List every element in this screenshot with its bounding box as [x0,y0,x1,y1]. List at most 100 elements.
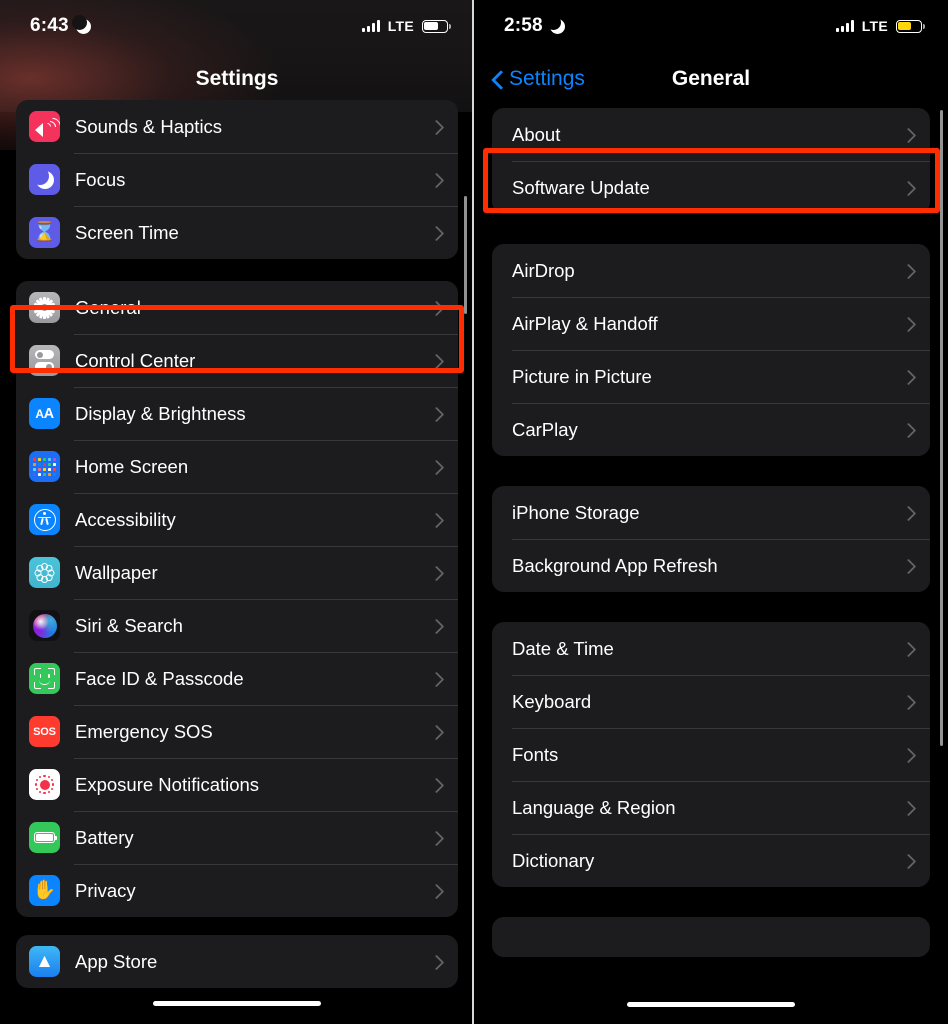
list-item-date-time[interactable]: Date & Time [492,622,930,675]
clock-time: 6:43 [30,15,69,36]
sidebar-item-home-screen[interactable]: Home Screen [16,440,458,493]
sidebar-item-app-store[interactable]: ▲ App Store [16,935,458,988]
sidebar-item-siri-search[interactable]: Siri & Search [16,599,458,652]
moon-icon [29,164,60,195]
list-item-keyboard[interactable]: Keyboard [492,675,930,728]
signal-bars-icon [361,20,380,32]
sidebar-item-privacy[interactable]: ✋ Privacy [16,864,458,917]
moon-icon [545,14,565,34]
row-label: Privacy [75,879,136,901]
list-item-background-app-refresh[interactable]: Background App Refresh [492,539,930,592]
row-label: Language & Region [512,796,676,818]
sos-icon: SOS [29,716,60,747]
home-screen-icon [29,451,60,482]
sidebar-item-accessibility[interactable]: Accessibility [16,493,458,546]
nav-bar-left: Settings [0,52,474,106]
status-bar-left: 6:43 LTE [0,0,474,52]
settings-group-partial [492,917,930,957]
list-item-picture-in-picture[interactable]: Picture in Picture [492,350,930,403]
chevron-right-icon [431,119,440,135]
chevron-right-icon [431,512,440,528]
chevron-right-icon [431,671,440,687]
back-button[interactable]: Settings [492,67,585,91]
settings-group: Date & Time Keyboard Fonts Language & Re… [492,622,930,887]
chevron-right-icon [903,180,912,196]
row-label: Picture in Picture [512,365,652,387]
settings-list-left[interactable]: Sounds & Haptics Focus ⌛ Screen Time Gen… [0,100,474,988]
battery-icon [29,822,60,853]
battery-icon [896,19,925,33]
sidebar-item-sounds-haptics[interactable]: Sounds & Haptics [16,100,458,153]
row-label: Face ID & Passcode [75,667,244,689]
sidebar-item-exposure-notifications[interactable]: Exposure Notifications [16,758,458,811]
row-label: Siri & Search [75,614,183,636]
sidebar-item-battery[interactable]: Battery [16,811,458,864]
sidebar-item-display-brightness[interactable]: AA Display & Brightness [16,387,458,440]
row-label: Home Screen [75,455,189,477]
sidebar-item-screen-time[interactable]: ⌛ Screen Time [16,206,458,259]
home-indicator [153,1001,321,1006]
right-phone-screen: 2:58 LTE Settings General About Software… [474,0,948,1024]
chevron-right-icon [903,853,912,869]
chevron-right-icon [431,565,440,581]
row-label: CarPlay [512,418,578,440]
display-brightness-icon: AA [29,398,60,429]
exposure-notifications-icon [29,769,60,800]
page-title: General [671,67,751,90]
row-label: Software Update [512,176,650,198]
status-left-cluster: 2:58 [504,14,565,37]
page-title: Settings [195,67,279,90]
chevron-right-icon [431,830,440,846]
carrier-label: LTE [387,18,414,34]
chevron-right-icon [903,558,912,574]
control-center-icon [29,345,60,376]
list-item-about[interactable]: About [492,108,930,161]
sidebar-item-focus[interactable]: Focus [16,153,458,206]
row-label: Control Center [75,349,196,371]
chevron-right-icon [903,422,912,438]
list-item-airdrop[interactable]: AirDrop [492,244,930,297]
row-label: Keyboard [512,690,592,712]
hourglass-icon: ⌛ [29,217,60,248]
chevron-right-icon [431,300,440,316]
sidebar-item-emergency-sos[interactable]: SOS Emergency SOS [16,705,458,758]
settings-group: AirDrop AirPlay & Handoff Picture in Pic… [492,244,930,456]
sidebar-item-wallpaper[interactable]: Wallpaper [16,546,458,599]
row-label: Display & Brightness [75,402,246,424]
scrollbar-right[interactable] [939,110,943,746]
list-item-software-update[interactable]: Software Update [492,161,930,214]
row-label: AirPlay & Handoff [512,312,658,334]
chevron-left-icon [492,70,503,89]
row-label: Emergency SOS [75,720,213,742]
chevron-right-icon [903,127,912,143]
status-bar-right: 2:58 LTE [474,0,948,52]
dual-screenshot-root: 6:43 LTE Settings Sounds & Haptics Focus… [0,0,948,1024]
settings-group: ▲ App Store [16,935,458,988]
sound-icon [29,111,60,142]
row-label: AirDrop [512,259,575,281]
sidebar-item-general[interactable]: General [16,281,458,334]
sidebar-item-face-id-passcode[interactable]: Face ID & Passcode [16,652,458,705]
chevron-right-icon [903,747,912,763]
list-item-language-region[interactable]: Language & Region [492,781,930,834]
siri-icon [29,610,60,641]
row-label: Date & Time [512,637,614,659]
scrollbar-left[interactable] [463,196,467,314]
row-label: Exposure Notifications [75,773,260,795]
row-label: iPhone Storage [512,501,640,523]
general-settings-list[interactable]: About Software Update AirDrop AirPlay & … [474,108,948,957]
sidebar-item-control-center[interactable]: Control Center [16,334,458,387]
list-item-carplay[interactable]: CarPlay [492,403,930,456]
chevron-right-icon [431,225,440,241]
chevron-right-icon [431,724,440,740]
list-item-airplay-handoff[interactable]: AirPlay & Handoff [492,297,930,350]
chevron-right-icon [431,618,440,634]
row-label: App Store [75,950,158,972]
list-item-dictionary[interactable]: Dictionary [492,834,930,887]
moon-icon [71,14,91,34]
settings-group: About Software Update [492,108,930,214]
accessibility-icon [29,504,60,535]
status-right-cluster: LTE [361,18,451,34]
list-item-fonts[interactable]: Fonts [492,728,930,781]
list-item-iphone-storage[interactable]: iPhone Storage [492,486,930,539]
